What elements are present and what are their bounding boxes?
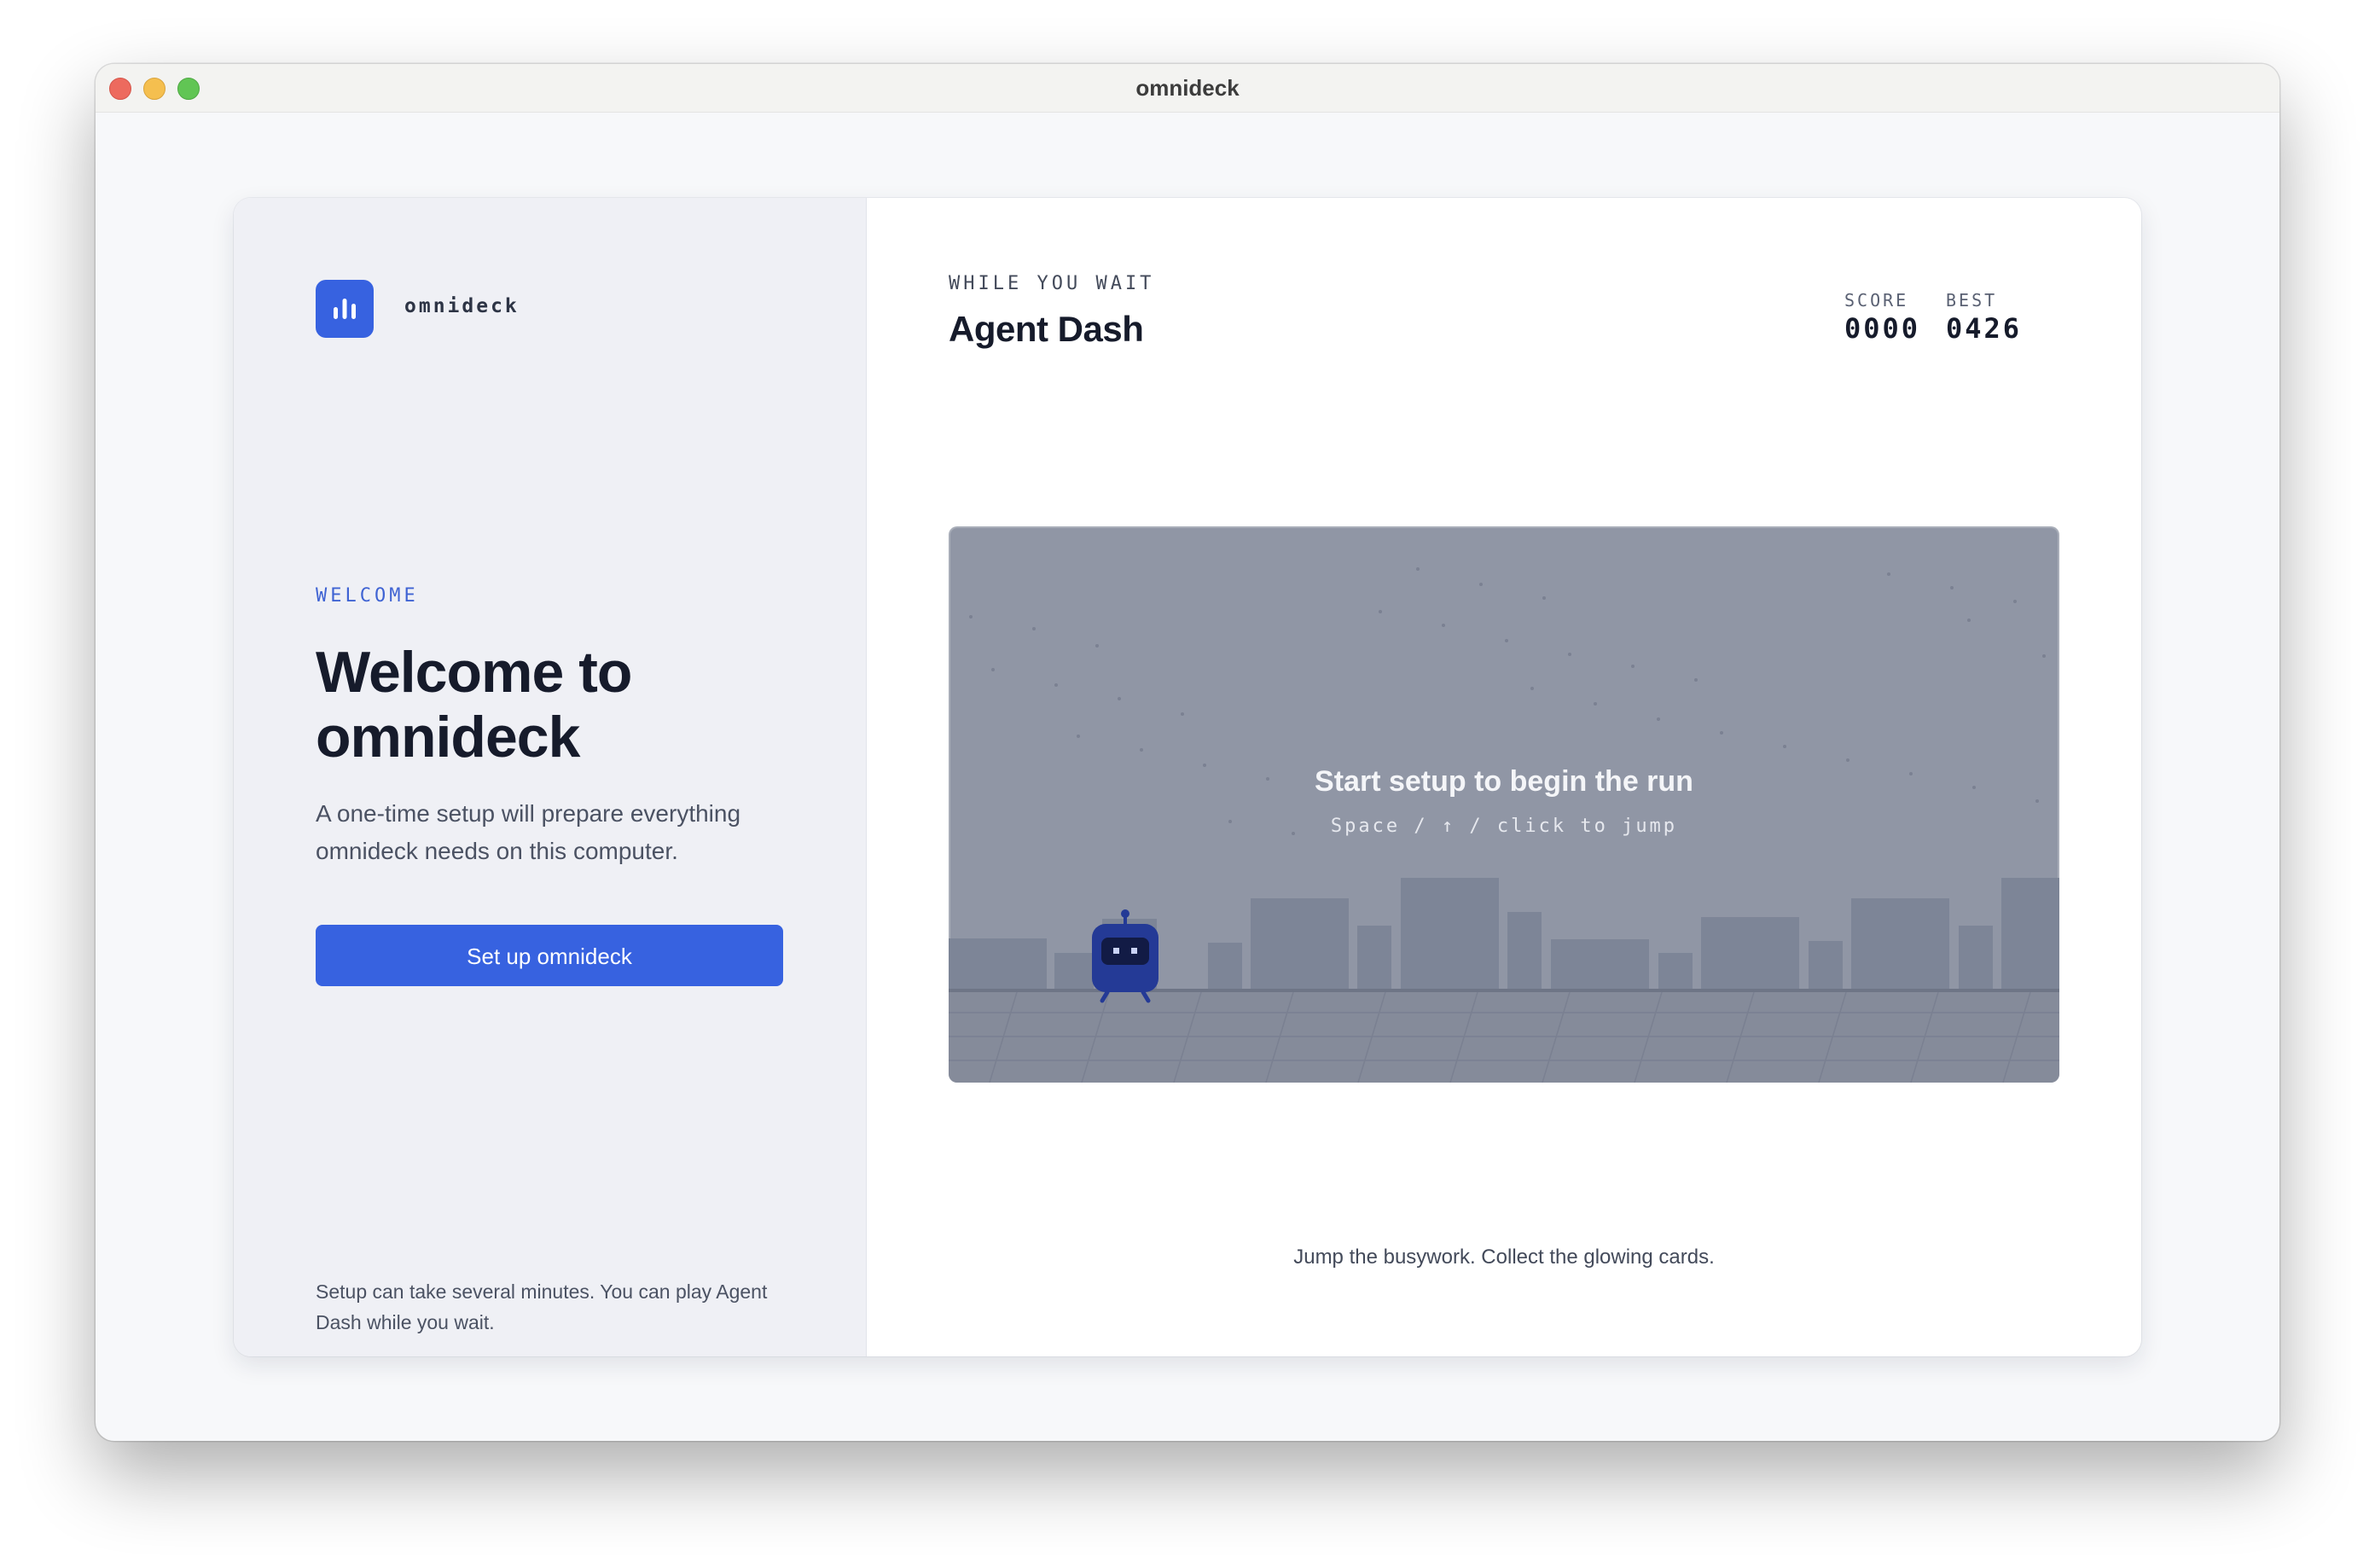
- game-panel: WHILE YOU WAIT Agent Dash SCORE 0000 BES…: [867, 198, 2141, 1356]
- setup-button[interactable]: Set up omnideck: [316, 925, 783, 986]
- setup-note: Setup can take several minutes. You can …: [316, 1281, 768, 1333]
- game-start-prompt: Start setup to begin the run: [1315, 765, 1693, 798]
- brand-name: omnideck: [404, 295, 520, 317]
- page-title: Welcome to omnideck: [316, 640, 632, 769]
- game-canvas[interactable]: Start setup to begin the run Space / ↑ /…: [949, 526, 2059, 1083]
- game-scene: [949, 567, 2059, 1083]
- welcome-eyebrow: WELCOME: [316, 585, 419, 607]
- app-window: omnideck omnideck WELCOME Welcome to omn…: [96, 64, 2279, 1441]
- best-score-value: 0426: [1946, 312, 2023, 345]
- window-title: omnideck: [1135, 75, 1240, 101]
- best-label: BEST: [1946, 290, 1998, 311]
- score-value: 0000: [1844, 312, 1921, 345]
- bar-chart-icon: [316, 280, 374, 338]
- score-label: SCORE: [1844, 290, 1909, 311]
- title-bar: omnideck: [96, 64, 2279, 113]
- game-controls-hint: Space / ↑ / click to jump: [1330, 816, 1678, 837]
- game-title: Agent Dash: [949, 309, 1144, 349]
- welcome-card: omnideck WELCOME Welcome to omnideck A o…: [234, 198, 2141, 1356]
- welcome-description: A one-time setup will prepare everything…: [316, 800, 741, 864]
- game-tagline: Jump the busywork. Collect the glowing c…: [1293, 1246, 1715, 1269]
- game-kicker: WHILE YOU WAIT: [949, 273, 1155, 294]
- welcome-panel: omnideck WELCOME Welcome to omnideck A o…: [234, 198, 867, 1356]
